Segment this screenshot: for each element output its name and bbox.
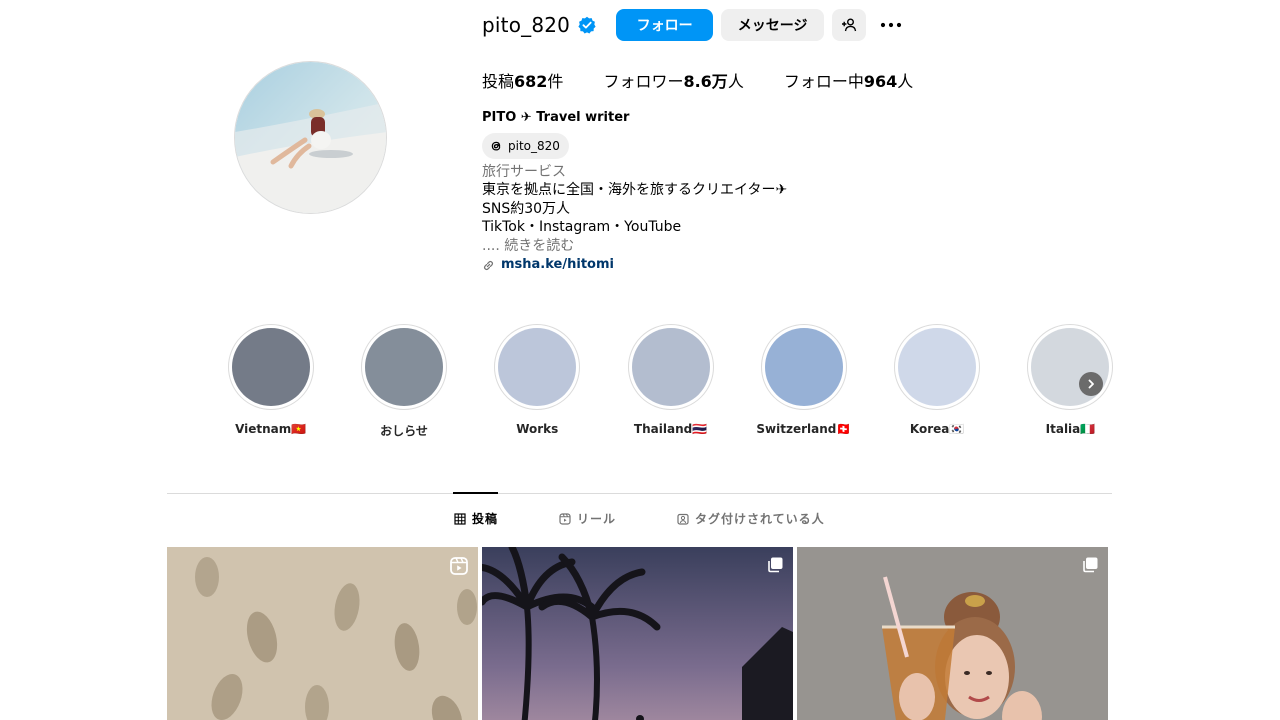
highlight-label: Vietnam🇻🇳 <box>235 422 307 436</box>
profile-display-name: PITO ✈ Travel writer <box>482 110 630 125</box>
more-dots-icon <box>881 22 902 28</box>
highlight-cover <box>1027 324 1114 410</box>
highlight-label: Works <box>516 422 559 436</box>
highlight-cover <box>627 324 714 410</box>
highlight-cover <box>760 324 847 410</box>
reels-icon <box>450 557 468 575</box>
threads-badge[interactable]: pito_820 <box>482 133 569 159</box>
profile-tabs: 投稿 リール タグ付けされている人 <box>167 510 1112 532</box>
reels-badge <box>449 556 469 580</box>
chevron-right-icon <box>1088 379 1094 389</box>
avatar-photo <box>235 62 386 213</box>
add-person-icon <box>842 18 857 32</box>
posts-count: 投稿682件 <box>482 72 564 91</box>
story-highlights: Vietnam🇻🇳 おしらせ Works Thailand🇹🇭 Switzerl… <box>204 324 1137 439</box>
link-icon <box>484 260 493 270</box>
suggest-accounts-button[interactable] <box>832 9 867 41</box>
highlight-cover <box>894 324 981 410</box>
post-image-palms <box>482 547 793 720</box>
highlight-item[interactable]: Thailand🇹🇭 <box>604 324 737 439</box>
posts-grid <box>167 547 1108 720</box>
tab-tagged-label: タグ付けされている人 <box>695 512 825 526</box>
post-thumbnail[interactable] <box>797 547 1108 720</box>
highlight-item[interactable]: Italia🇮🇹 <box>1004 324 1137 439</box>
tab-posts[interactable]: 投稿 <box>454 510 498 527</box>
profile-external-link[interactable]: msha.ke/hitomi <box>482 256 787 274</box>
post-image-iced-tea <box>797 547 1108 720</box>
post-thumbnail[interactable] <box>167 547 478 720</box>
threads-handle: pito_820 <box>508 138 560 153</box>
highlights-next-button[interactable] <box>1079 372 1103 396</box>
highlight-cover <box>494 324 581 410</box>
active-tab-indicator <box>453 492 498 494</box>
bio-line-3: TikTok・Instagram・YouTube <box>482 219 682 236</box>
highlight-label: おしらせ <box>380 424 428 438</box>
highlight-item[interactable]: Korea🇰🇷 <box>870 324 1003 439</box>
highlight-item[interactable]: Vietnam🇻🇳 <box>204 324 337 439</box>
profile-category: 旅行サービス <box>482 164 566 180</box>
carousel-icon <box>1083 557 1098 573</box>
tab-tagged[interactable]: タグ付けされている人 <box>677 510 825 527</box>
tab-posts-label: 投稿 <box>472 512 499 526</box>
highlight-item[interactable]: Works <box>471 324 604 439</box>
highlight-label: Italia🇮🇹 <box>1045 422 1096 436</box>
carousel-badge <box>766 556 784 578</box>
profile-stats: 投稿682件 フォロワー8.6万人 フォロー中964人 <box>482 68 953 92</box>
highlight-label: Thailand🇹🇭 <box>633 422 708 436</box>
post-thumbnail[interactable] <box>482 547 793 720</box>
follow-button[interactable]: フォロー <box>616 9 714 41</box>
following-count[interactable]: フォロー中964人 <box>784 68 913 92</box>
profile-avatar[interactable] <box>234 61 387 214</box>
highlight-item[interactable]: おしらせ <box>337 324 470 439</box>
bio-line-1: 東京を拠点に全国・海外を旅するクリエイター✈ <box>482 182 788 199</box>
grid-icon <box>454 512 466 525</box>
carousel-icon <box>768 557 783 573</box>
profile-username: pito_820 <box>482 13 571 37</box>
verified-badge-icon <box>578 16 596 34</box>
tagged-icon <box>677 513 689 525</box>
reels-icon <box>559 512 571 525</box>
more-options-button[interactable] <box>876 9 906 41</box>
profile-bio: PITO ✈ Travel writer pito_820 旅行サービス 東京を… <box>482 109 787 274</box>
highlight-cover <box>360 324 447 410</box>
profile-header-row: pito_820 フォロー メッセージ <box>482 8 906 42</box>
carousel-badge <box>1081 556 1099 578</box>
highlight-label: Switzerland🇨🇭 <box>756 422 852 436</box>
tab-reels-label: リール <box>577 512 617 526</box>
threads-icon <box>491 141 501 151</box>
bio-line-2: SNS約30万人 <box>482 200 571 217</box>
tab-reels[interactable]: リール <box>559 510 616 527</box>
highlight-cover <box>227 324 314 410</box>
highlight-item[interactable]: Switzerland🇨🇭 <box>737 324 870 439</box>
highlight-label: Korea🇰🇷 <box>909 422 965 436</box>
tabs-divider <box>167 493 1112 494</box>
message-button[interactable]: メッセージ <box>721 9 825 41</box>
followers-count[interactable]: フォロワー8.6万人 <box>603 68 743 92</box>
read-more-link[interactable]: .... 続きを読む <box>482 237 787 255</box>
profile-link-text: msha.ke/hitomi <box>501 257 614 273</box>
post-image-footprints <box>167 547 478 720</box>
